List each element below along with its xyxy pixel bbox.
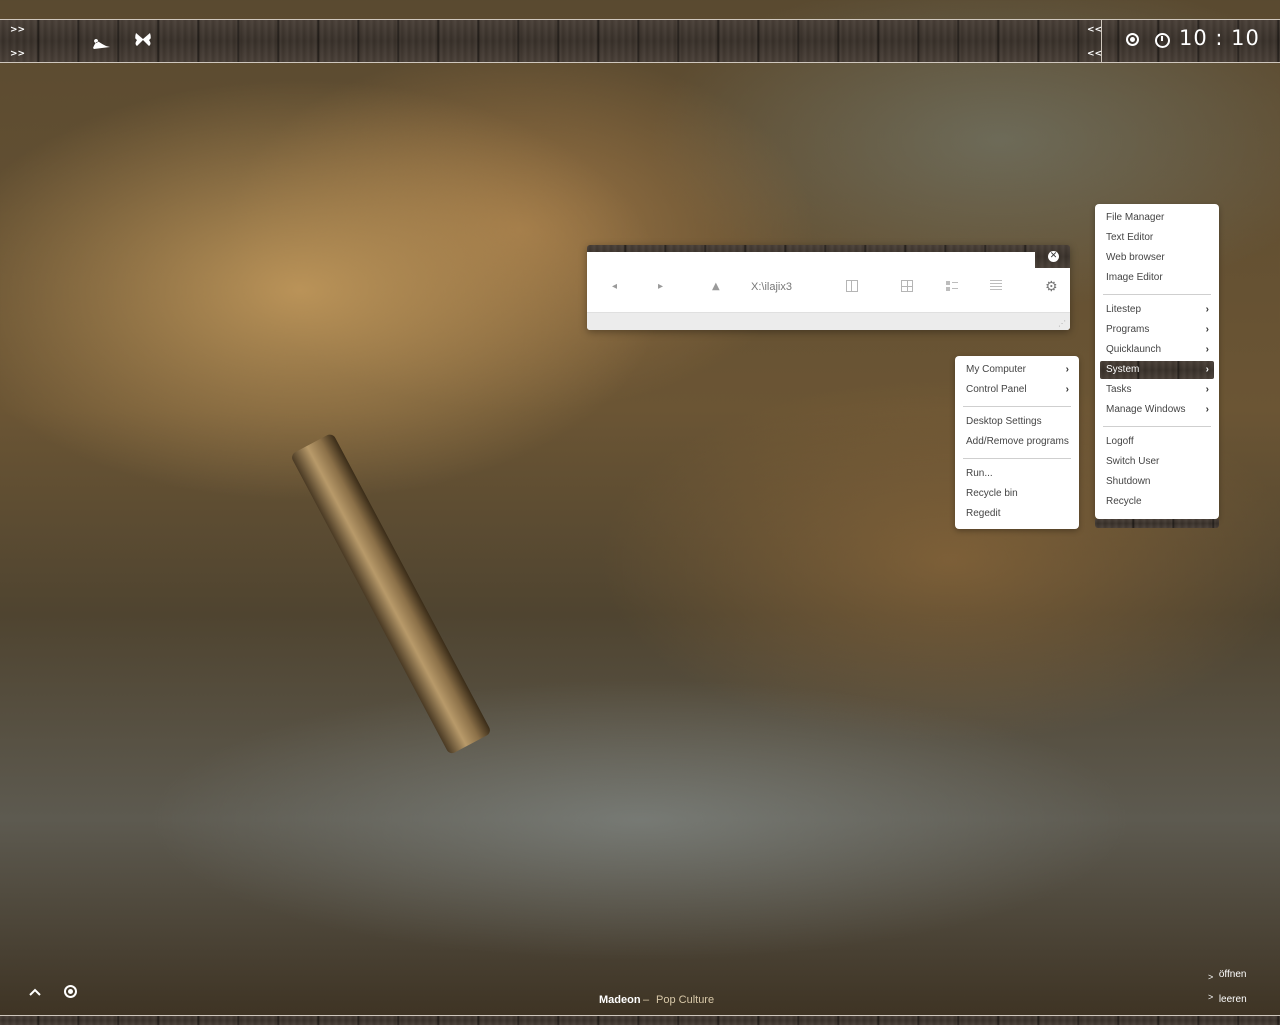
menu-item-programs[interactable]: Programs <box>1106 322 1149 338</box>
menu-item-litestep[interactable]: Litestep <box>1106 302 1141 318</box>
wallpaper-branch <box>290 432 493 756</box>
clock-time: 10 : 10 <box>1179 26 1260 50</box>
menu-item-image-editor[interactable]: Image Editor <box>1106 270 1163 286</box>
chevron-right-icon: › <box>1205 404 1209 415</box>
now-playing-title: Pop Culture <box>656 994 715 1006</box>
system-submenu: My Computer › Control Panel › Desktop Se… <box>955 356 1079 529</box>
chevron-right-icon: › <box>1205 344 1209 355</box>
forward-button[interactable]: ▸ <box>658 281 663 292</box>
collapse-arrow[interactable]: << <box>1087 26 1102 50</box>
menu-item-run[interactable]: Run... <box>966 466 993 482</box>
chevron-up-icon[interactable] <box>29 985 41 999</box>
top-bar: >> >> << << 10 : 10 <box>0 19 1280 63</box>
now-playing-separator: – <box>643 994 650 1006</box>
menu-item-shutdown[interactable]: Shutdown <box>1106 474 1150 490</box>
settings-target-icon[interactable] <box>1126 33 1139 46</box>
menu-item-my-computer[interactable]: My Computer <box>966 362 1026 378</box>
menu-item-system[interactable]: System <box>1106 362 1139 378</box>
details-view-icon[interactable] <box>946 280 958 292</box>
main-popup-menu: File Manager Text Editor Web browser Ima… <box>1095 204 1219 528</box>
chevron-right-icon: › <box>1205 364 1209 375</box>
collapse-right-arrows[interactable]: << << <box>1087 26 1102 74</box>
menu-item-tasks[interactable]: Tasks <box>1106 382 1132 398</box>
chevron-right-icon: › <box>1065 364 1069 375</box>
recycle-empty-label: leeren <box>1218 994 1247 1005</box>
menu-item-recycle-bin[interactable]: Recycle bin <box>966 486 1018 502</box>
collapse-arrow[interactable]: << <box>1087 50 1102 74</box>
menu-item-desktop-settings[interactable]: Desktop Settings <box>966 414 1042 430</box>
back-button[interactable]: ◂ <box>612 281 617 292</box>
menu-item-web-browser[interactable]: Web browser <box>1106 250 1165 266</box>
explorer-statusbar: ⋰ <box>587 312 1070 330</box>
recycle-open-link[interactable]: > öffnen <box>1208 969 1247 982</box>
resize-grip-icon[interactable]: ⋰ <box>1058 319 1066 328</box>
menu-item-quicklaunch[interactable]: Quicklaunch <box>1106 342 1161 358</box>
path-field[interactable]: X:\ilajix3 <box>751 281 792 293</box>
chevron-right-icon: › <box>1205 324 1209 335</box>
menu-separator <box>1103 426 1211 427</box>
chevron-right-icon: > <box>1208 972 1214 982</box>
recycle-open-label: öffnen <box>1218 969 1247 980</box>
menu-separator <box>1103 294 1211 295</box>
butterfly-icon[interactable] <box>134 30 152 53</box>
close-icon[interactable]: ✕ <box>1048 251 1059 262</box>
menu-item-recycle[interactable]: Recycle <box>1106 494 1142 510</box>
expand-arrow[interactable]: >> <box>10 50 25 74</box>
settings-target-icon[interactable] <box>64 985 77 998</box>
menu-item-add-remove-programs[interactable]: Add/Remove programs <box>966 434 1069 450</box>
expand-arrow[interactable]: >> <box>10 26 25 50</box>
chevron-right-icon: > <box>1208 992 1214 1002</box>
menu-item-manage-windows[interactable]: Manage Windows <box>1106 402 1185 418</box>
chevron-right-icon: › <box>1065 384 1069 395</box>
clock-icon <box>1155 33 1170 48</box>
gear-icon[interactable]: ⚙ <box>1045 279 1058 295</box>
columns-view-icon[interactable] <box>846 280 858 292</box>
now-playing-artist: Madeon <box>599 994 641 1006</box>
chevron-right-icon: › <box>1205 384 1209 395</box>
menu-item-regedit[interactable]: Regedit <box>966 506 1000 522</box>
pinup-figure-icon[interactable] <box>90 30 112 55</box>
recycle-empty-link[interactable]: > leeren <box>1208 992 1247 1005</box>
menu-item-text-editor[interactable]: Text Editor <box>1106 230 1153 246</box>
up-button[interactable]: ▲ <box>712 281 720 292</box>
menu-separator <box>963 458 1071 459</box>
chevron-right-icon: › <box>1205 304 1209 315</box>
menu-item-file-manager[interactable]: File Manager <box>1106 210 1164 226</box>
expand-left-arrows[interactable]: >> >> <box>10 26 25 74</box>
menu-item-control-panel[interactable]: Control Panel <box>966 382 1027 398</box>
menu-item-logoff[interactable]: Logoff <box>1106 434 1134 450</box>
menu-footer <box>1095 519 1219 528</box>
file-explorer-window[interactable]: ✕ ◂ ▸ ▲ X:\ilajix3 ⚙ ⋰ <box>587 245 1070 330</box>
list-view-icon[interactable] <box>990 280 1002 292</box>
menu-item-switch-user[interactable]: Switch User <box>1106 454 1159 470</box>
menu-separator <box>963 406 1071 407</box>
tiles-view-icon[interactable] <box>901 280 913 292</box>
